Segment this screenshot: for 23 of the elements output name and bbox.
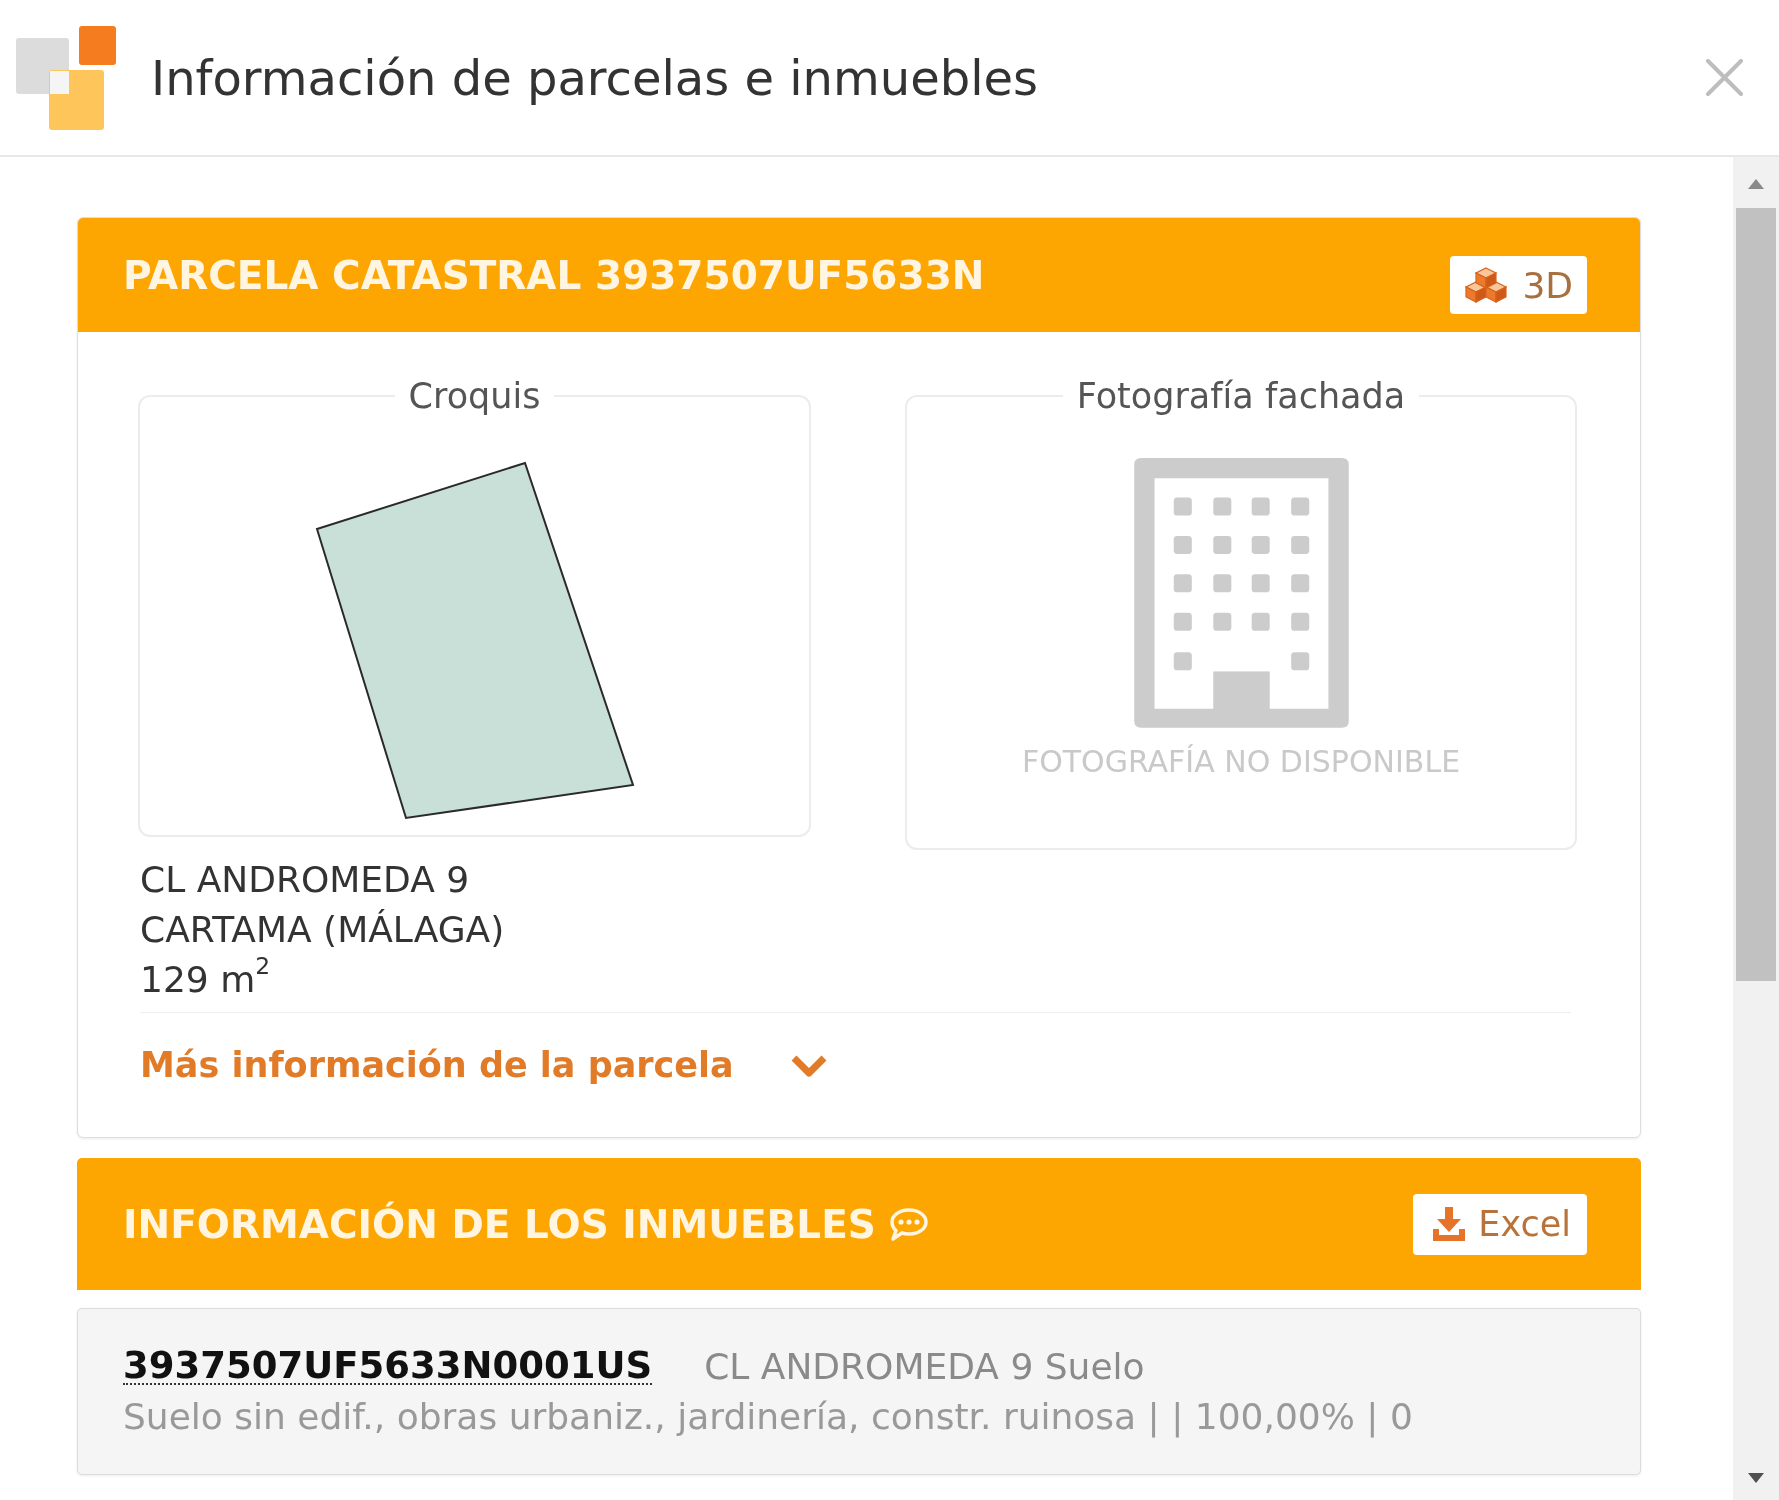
download-icon xyxy=(1432,1206,1467,1242)
excel-export-button[interactable]: Excel xyxy=(1413,1193,1587,1255)
scrollbar-track[interactable] xyxy=(1733,157,1779,1500)
property-details: Suelo sin edif., obras urbaniz., jardinería, constr. ruinosa | | 100,00% | 0 xyxy=(123,1398,1414,1436)
building-icon xyxy=(1133,458,1349,729)
section-title: PARCELA CATASTRAL 3937507UF5633N xyxy=(123,252,985,298)
section-title: INFORMACIÓN DE LOS INMUEBLES xyxy=(123,1201,876,1247)
address-line: CARTAMA (MÁLAGA) xyxy=(140,908,506,952)
close-icon[interactable] xyxy=(1705,59,1744,96)
more-info-toggle[interactable]: Más información de la parcela xyxy=(140,1044,828,1086)
cadastral-reference-link[interactable]: 3937507UF5633N0001US xyxy=(123,1349,653,1385)
scroll-up-icon[interactable] xyxy=(1748,179,1764,189)
cubes-icon xyxy=(1464,266,1509,304)
scrollbar-thumb[interactable] xyxy=(1736,208,1776,981)
speech-bubble-icon xyxy=(887,1206,929,1242)
scroll-down-icon[interactable] xyxy=(1748,1473,1764,1483)
panel-title: Fotografía fachada xyxy=(1075,378,1407,414)
area-text: 129 m$^{2}$ xyxy=(140,955,272,1002)
window-title: Información de parcelas e inmuebles xyxy=(151,49,1039,106)
view-3d-button[interactable]: 3D xyxy=(1450,256,1587,314)
address-line: CL ANDROMEDA 9 xyxy=(140,858,471,902)
panel-title: Croquis xyxy=(407,378,542,414)
property-address: CL ANDROMEDA 9 Suelo xyxy=(704,1348,1145,1386)
